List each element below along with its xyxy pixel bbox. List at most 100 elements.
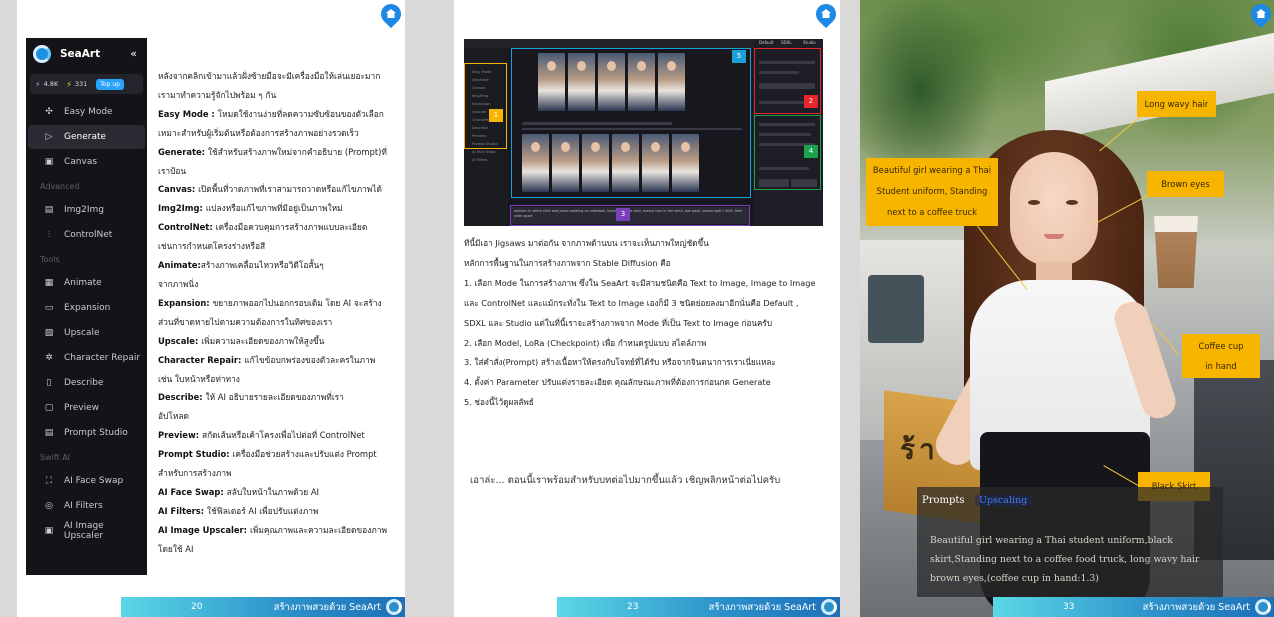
text-line: Generate: ใช้สำหรับสร้างภาพใหม่จากคำอธิบ… (158, 146, 387, 157)
highlight-box-5 (511, 48, 751, 198)
home-pin-icon[interactable] (376, 0, 405, 29)
sidebar-item-animate[interactable]: ▦ Animate (28, 271, 145, 295)
callout-long-wavy-hair: Long wavy hair (1137, 91, 1216, 117)
callout-brown-eyes: Brown eyes (1147, 171, 1224, 197)
sidebar-item-label: Upscale (64, 328, 100, 338)
page-23: Easy Mode Generate Canvas Img2Img Expans… (454, 0, 840, 617)
sidebar-item-label: Canvas (64, 157, 98, 167)
text-line: 4. ตั้งค่า Parameter ปรับแต่งรายละเอียด … (464, 377, 771, 388)
account-stats: ⚡ 4.8K ⚡ 331 Top up (30, 74, 143, 94)
sidebar-item-upscale[interactable]: ▧ Upscale (28, 321, 145, 345)
controlnet-icon: ⫶ (47, 230, 51, 240)
sidebar-item-label: Easy Mode (64, 107, 113, 117)
sidebar-item-character-repair[interactable]: ✲ Character Repair (28, 346, 145, 370)
text-line: Expansion: ขยายภาพออกไปนอกกรอบเดิม โดย A… (158, 297, 382, 308)
sidebar-item-label: AI Filters (64, 501, 103, 511)
text-line: Upscale: เพิ่มความละเอียดของภาพให้สูงขึ้… (158, 335, 325, 346)
sidebar-item-preview[interactable]: ▢ Preview (28, 396, 145, 420)
sidebar-item-label: AI Image Upscaler (63, 521, 104, 541)
closing-text: เอาล่ะ... ตอนนี้เราพร้อมสำหรับบทต่อไปมาก… (470, 475, 781, 486)
text-line: ทีนี้มีเอา Jigsaws มาต่อกัน จากภาพด้านบน… (464, 238, 709, 248)
sidebar-item-ai-filters[interactable]: ◎ AI Filters (28, 494, 145, 518)
tab-upscaling[interactable]: Upscaling (975, 495, 1032, 506)
text-line: หลักการพื้นฐานในการสร้างภาพจาก Stable Di… (464, 257, 671, 268)
page-footer: 20 สร้างภาพสวยด้วย SeaArt (121, 597, 405, 617)
text-line: เช่น ใบหน้าหรือท่าทาง (158, 373, 240, 384)
text-line: 5. ช่องนี้ไว้ดูผลลัพธ์ (464, 397, 534, 408)
callout-thai-uniform: Beautiful girl wearing a Thai Student un… (866, 158, 998, 226)
preview-icon: ▢ (44, 403, 54, 413)
text-line: อัปโหลด (158, 411, 189, 422)
text-line: เหมาะสำหรับผู้เริ่มต้นหรือต้องการสร้างภา… (158, 127, 359, 138)
ai-filters-icon: ◎ (45, 501, 53, 511)
sidebar-item-img2img[interactable]: ▤ Img2Img (28, 198, 145, 222)
callout-badge-3: 3 (616, 208, 630, 221)
brand-name: SeaArt (60, 48, 101, 60)
sidebar-item-controlnet[interactable]: ⫶ ControlNet (28, 223, 145, 247)
text-line: 2. เลือก Model, LoRa (Checkpoint) เพื่อ … (464, 337, 707, 348)
text-line: โดยใช้ AI (158, 543, 194, 554)
describe-icon: ▯ (46, 378, 52, 388)
text-line: หลังจากคลิกเข้ามาแล้วฝั่งซ้ายมือจะมีเครื… (158, 71, 381, 81)
sidebar-item-easy-mode[interactable]: ✣ Easy Mode (28, 100, 145, 124)
canvas-icon: ▣ (44, 157, 54, 167)
prompt-text: Beautiful girl wearing a Thai student un… (930, 535, 1200, 584)
home-pin-icon[interactable] (811, 0, 840, 29)
footer-title: สร้างภาพสวยด้วย SeaArt (273, 601, 381, 613)
sidebar-item-label: Prompt Studio (64, 428, 128, 438)
sidebar-header: SeaArt « (26, 38, 147, 70)
seaart-sidebar: SeaArt « ⚡ 4.8K ⚡ 331 Top up ✣ Easy Mode ▷… (26, 38, 147, 575)
text-line: Img2Img: แปลงหรือแก้ไขภาพที่มีอยู่เป็นภา… (158, 203, 343, 214)
footer-title: สร้างภาพสวยด้วย SeaArt (708, 601, 816, 613)
img2img-icon: ▤ (44, 205, 54, 215)
credits-icon: ⚡ (35, 79, 41, 89)
sidebar-item-prompt-studio[interactable]: ▤ Prompt Studio (28, 421, 145, 445)
sidebar-item-label: AI Face Swap (64, 476, 124, 486)
text-line: เรามาทำความรู้จักไปพร้อม ๆ กัน (158, 89, 277, 100)
ai-face-swap-icon: ⛶ (45, 476, 53, 486)
callout-badge-4: 4 (804, 145, 818, 158)
character-repair-icon: ✲ (45, 353, 53, 363)
text-line: AI Image Upscaler: เพิ่มคุณภาพและความละเ… (158, 524, 387, 535)
sidebar-item-label: ControlNet (64, 230, 113, 240)
callout-badge-2: 2 (804, 95, 818, 108)
sidebar-section-heading: Swift AI (40, 452, 71, 462)
sidebar-item-ai-image-upscaler[interactable]: ▣ AI Image Upscaler (28, 519, 145, 543)
sidebar-item-label: Describe (64, 378, 104, 388)
text-line: Easy Mode : โหมดใช้งานง่ายที่ลดความซับซ้… (158, 108, 384, 119)
page-number: 23 (627, 602, 639, 612)
top-up-button[interactable]: Top up (96, 78, 124, 90)
stamina-value: 331 (74, 80, 88, 88)
text-line: สำหรับการสร้างภาพ (158, 468, 232, 479)
text-line: AI Face Swap: สลับใบหน้าในภาพด้วย AI (158, 486, 320, 497)
page-footer: 23 สร้างภาพสวยด้วย SeaArt (557, 597, 840, 617)
sidebar-item-canvas[interactable]: ▣ Canvas (28, 150, 145, 174)
text-line: เราป้อน (158, 165, 187, 176)
page-33: ร้าน C Long wavy hair Brown eyes Beautif… (860, 0, 1274, 617)
sidebar-section-heading: Tools (40, 254, 60, 264)
home-pin-icon[interactable] (1246, 0, 1274, 29)
sidebar-item-expansion[interactable]: ▭ Expansion (28, 296, 145, 320)
seaart-interface-screenshot: Easy Mode Generate Canvas Img2Img Expans… (464, 39, 823, 226)
ai-image-upscaler-icon: ▣ (44, 526, 54, 536)
feature-description-text: หลังจากคลิกเข้ามาแล้วฝั่งซ้ายมือจะมีเครื… (158, 67, 396, 559)
sidebar-item-generate[interactable]: ▷ Generate (28, 125, 145, 149)
collapse-sidebar-icon[interactable]: « (130, 47, 137, 60)
sidebar-section-heading: Advanced (40, 181, 80, 191)
page-20: SeaArt « ⚡ 4.8K ⚡ 331 Top up ✣ Easy Mode ▷… (17, 0, 405, 617)
page-number: 33 (1063, 602, 1075, 612)
upscale-icon: ▧ (44, 328, 54, 338)
seaart-logo-icon (386, 599, 402, 615)
animate-icon: ▦ (44, 278, 54, 288)
prompt-card-title: Prompts (922, 495, 965, 506)
text-line: และ ControlNet และแม้กระทั่งใน Text to I… (464, 297, 799, 308)
easy-mode-icon: ✣ (45, 107, 53, 117)
expansion-icon: ▭ (44, 303, 54, 313)
sidebar-item-ai-face-swap[interactable]: ⛶ AI Face Swap (28, 469, 145, 493)
sidebar-item-describe[interactable]: ▯ Describe (28, 371, 145, 395)
generate-icon: ▷ (45, 132, 53, 142)
page-number: 20 (191, 602, 203, 612)
text-line: Canvas: เปิดพื้นที่วาดภาพที่เราสามารถวาด… (158, 184, 382, 195)
prompt-studio-icon: ▤ (44, 428, 54, 438)
credits-value: 4.8K (43, 80, 59, 88)
